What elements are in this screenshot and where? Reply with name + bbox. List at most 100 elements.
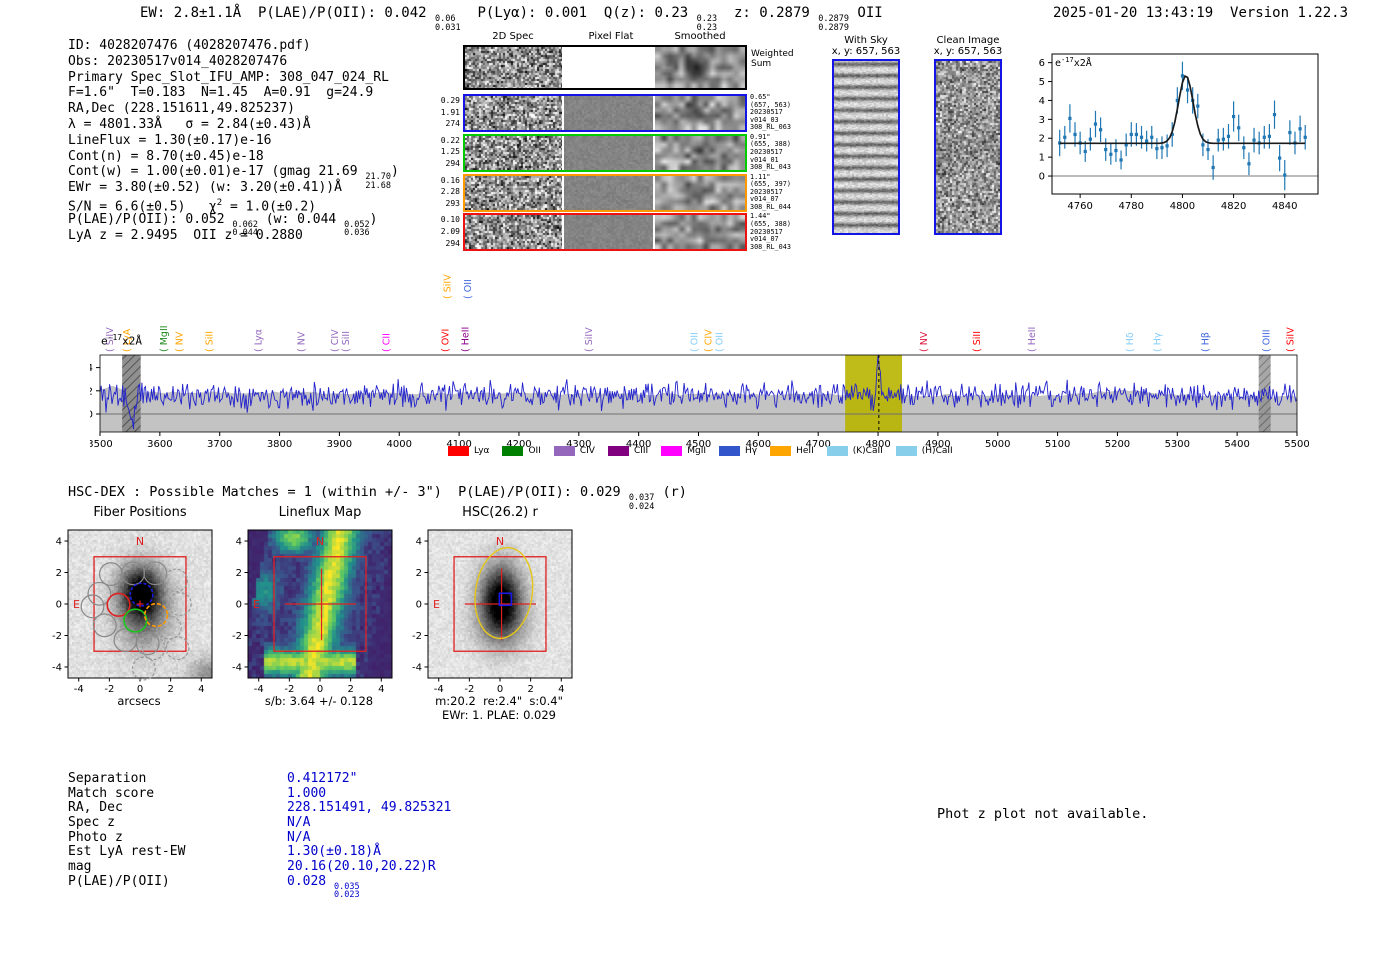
text-segment: Primary Spec_Slot_IFU_AMP: 308_047_024_R… [68,69,389,85]
match-row-label: Photo z [68,829,123,845]
match-table-row: Spec z N/A [68,815,451,831]
svg-text:4820: 4820 [1221,201,1246,212]
legend-item: CIV [553,446,595,456]
info-line-4: RA,Dec (228.151611,49.825237) [68,101,399,117]
match-table-row: P(LAE)/P(OII) 0.028 0.035 0.023 [68,874,451,900]
text-segment: (w: 0.044 [257,211,345,227]
svg-text:4: 4 [1039,96,1045,107]
sky-panel-image-box [934,59,1002,235]
match-row-label: mag [68,859,92,875]
match-row-value: 0.028 0.035 0.023 [287,874,360,900]
info-line-8: Cont(w) = 1.00(±0.01)e-17 (gmag 21.69 21… [68,164,399,190]
svg-text:3: 3 [1039,115,1045,126]
legend-swatch [719,446,741,456]
emission-line-label: ( OII [714,332,725,352]
fiber-row-weights: 0.22 1.25 294 [440,135,460,168]
text-segment: z: 0.2879 [717,5,819,21]
text-segment: F=1.6" T=0.183 N=1.45 A=0.91 g=24.9 [68,85,374,101]
match-table-row: RA, Dec 228.151491, 49.825321 [68,801,451,816]
svg-text:3700: 3700 [207,439,232,450]
hi-lo-stack: 0.2879 0.2879 [818,14,849,33]
match-row-label: RA, Dec [68,800,123,816]
emission-line-label: ( CII [382,333,393,352]
spectrum-legend: Lyα OII CIV CIII MgII Hγ HeII (K)CaII (H)CaII [448,446,953,456]
svg-text:-4: -4 [412,662,422,673]
svg-text:2: 2 [1039,134,1045,145]
spec2d-fiber-row [463,133,747,172]
match-row-value: 0.412172" [287,771,357,786]
weighted-sum-label: Weighted Sum [751,49,794,69]
match-table-row: Photo z N/A [68,829,451,846]
fiber-row-meta: 1.44" (655, 388) 20230517 v014_07 308_RL_043 [750,212,791,251]
text-segment: P(LAE)/P(OII): 0.052 [68,211,233,227]
hi-lo-stack: 0.037 0.024 [628,493,655,512]
text-segment: 1.30(±0.18)Å [287,844,381,860]
spec2d-col-header: Smoothed [674,31,726,42]
match-row-value: N/A [287,815,310,830]
sky-panel-image-box [832,59,900,235]
match-row-label: Match score [68,785,155,801]
emission-line-label: ( OII [689,332,700,352]
fiber-pixelflat-image [564,175,653,210]
detection-info-block: ID: 4028207476 (4028207476.pdf) Obs: 2023… [68,38,399,243]
info-line-3: F=1.6" T=0.183 N=1.45 A=0.91 g=24.9 [68,85,399,101]
legend-swatch [895,446,917,456]
text-segment: Obs: 20230517v014_4028207476 [68,53,288,69]
cutout-panel-lineflux: Lineflux Map -4 -2 0 2 4 -4 -2 0 2 4 N Es/b: 3.64 +/… [214,503,424,728]
fiber-2dspec-image [465,96,562,130]
photz-note: Phot z plot not available. [937,806,1149,822]
svg-text:5: 5 [1039,77,1045,88]
legend-swatch [502,446,524,456]
svg-text:6: 6 [1039,58,1045,69]
info-line-1: Obs: 20230517v014_4028207476 [68,54,399,70]
text-segment: 228.151491, 49.825321 [287,800,452,816]
svg-text:3500: 3500 [90,439,113,450]
spec2d-col-header: 2D Spec [492,31,534,42]
with-sky-image [834,61,898,233]
svg-text:4760: 4760 [1067,201,1092,212]
svg-text:4: 4 [236,537,242,548]
emission-line-label: ( NV [919,331,930,352]
emission-line-label: ( MgII [159,325,170,352]
emission-line-label: ( Lyα [254,329,265,352]
emission-line-label: ( CIV [704,329,715,352]
svg-text:4: 4 [416,537,422,548]
match-row-value: N/A [287,830,310,845]
legend-label: Hγ [745,446,758,456]
emission-line-label: ( Hβ [1200,332,1211,352]
fiber-smoothed-image [655,135,745,170]
hi-lo-stack: 21.70 21.68 [365,172,392,192]
svg-text:-2: -2 [412,631,422,642]
full-spectrum-plot: 3500 3600 3700 3800 3900 4000 4100 4200 4300 4400… [90,255,1315,455]
svg-text:2: 2 [90,386,93,397]
fiber-2dspec-image [465,215,562,250]
legend-item: CIII [607,446,648,456]
fiber-pixelflat-image [564,215,653,250]
text-segment: 20.16(20.10,20.22)R [287,859,436,875]
cutout-title: Fiber Positions [93,505,187,520]
match-row-value: 1.000 [287,786,326,801]
legend-label: Lyα [474,446,490,456]
svg-text:2: 2 [416,568,422,579]
svg-text:-4: -4 [232,662,242,673]
legend-label: MgII [687,446,707,456]
emission-line-label: ( SiII [972,331,983,352]
svg-text:1: 1 [1039,153,1045,164]
text-segment: ) [369,211,378,227]
svg-text:5200: 5200 [1105,439,1130,450]
spec2d-fiber-row [463,173,747,212]
hi-lo-stack: 0.06 0.031 [435,14,461,33]
emission-line-label: ( OII [463,279,474,299]
emission-line-label: ( CIV [330,329,341,352]
match-table-row: Match score 1.000 [68,785,451,802]
info-line-9: EWr = 3.80(±0.52) (w: 3.20(±0.41))Å [68,180,399,196]
emission-line-label: ( SiII [341,331,352,352]
text-segment: ) [391,164,399,180]
emission-line-label: ( SiIV [443,274,454,299]
legend-item: (K)CaII [826,446,883,456]
cutout-title: Lineflux Map [278,505,362,520]
fiber-row-meta: 1.11" (655, 397) 20230517 v014_07 308_RL_044 [750,172,791,211]
text-segment: OII [848,5,883,21]
line-fit-plot: 4760 4780 4800 4820 4840 0 1 2 3 4 5 6 e-17x2Å [1010,42,1350,232]
info-line-5: λ = 4801.33Å σ = 2.84(±0.43)Å [68,117,399,133]
